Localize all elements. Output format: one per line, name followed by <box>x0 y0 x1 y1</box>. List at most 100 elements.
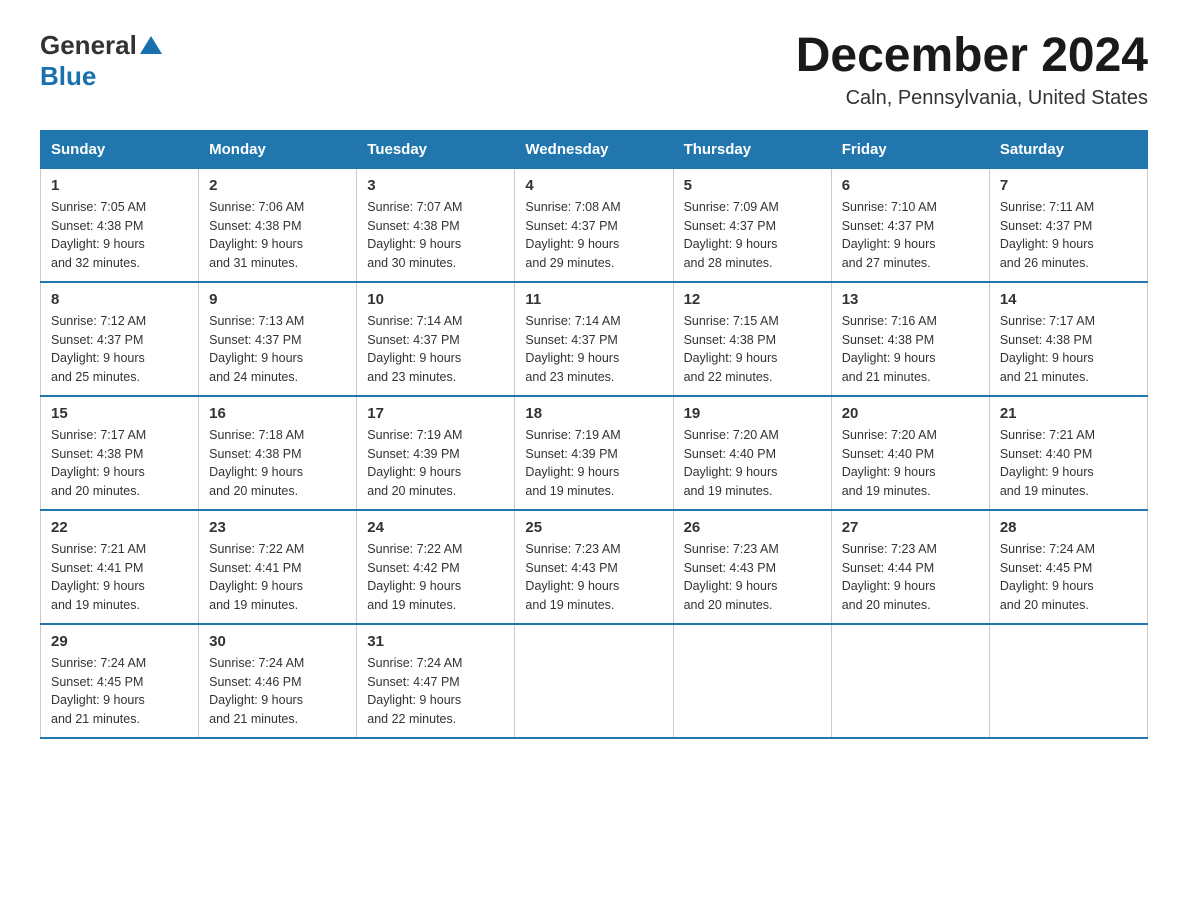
table-row: 14 Sunrise: 7:17 AM Sunset: 4:38 PM Dayl… <box>989 282 1147 396</box>
day-number: 31 <box>367 633 504 650</box>
day-info: Sunrise: 7:06 AM Sunset: 4:38 PM Dayligh… <box>209 198 346 273</box>
day-number: 14 <box>1000 291 1137 308</box>
table-row: 31 Sunrise: 7:24 AM Sunset: 4:47 PM Dayl… <box>357 624 515 738</box>
day-info: Sunrise: 7:15 AM Sunset: 4:38 PM Dayligh… <box>684 312 821 387</box>
day-info: Sunrise: 7:19 AM Sunset: 4:39 PM Dayligh… <box>525 426 662 501</box>
day-number: 18 <box>525 405 662 422</box>
day-info: Sunrise: 7:19 AM Sunset: 4:39 PM Dayligh… <box>367 426 504 501</box>
calendar-table: Sunday Monday Tuesday Wednesday Thursday… <box>40 130 1148 739</box>
table-row: 30 Sunrise: 7:24 AM Sunset: 4:46 PM Dayl… <box>199 624 357 738</box>
col-saturday: Saturday <box>989 130 1147 168</box>
page-header: General Blue December 2024 Caln, Pennsyl… <box>40 30 1148 110</box>
day-number: 28 <box>1000 519 1137 536</box>
table-row: 25 Sunrise: 7:23 AM Sunset: 4:43 PM Dayl… <box>515 510 673 624</box>
table-row: 28 Sunrise: 7:24 AM Sunset: 4:45 PM Dayl… <box>989 510 1147 624</box>
logo-general: General <box>40 30 137 61</box>
table-row: 19 Sunrise: 7:20 AM Sunset: 4:40 PM Dayl… <box>673 396 831 510</box>
logo-blue: Blue <box>40 61 96 91</box>
day-info: Sunrise: 7:22 AM Sunset: 4:41 PM Dayligh… <box>209 540 346 615</box>
day-number: 26 <box>684 519 821 536</box>
day-info: Sunrise: 7:17 AM Sunset: 4:38 PM Dayligh… <box>1000 312 1137 387</box>
table-row <box>673 624 831 738</box>
calendar-week-row: 1 Sunrise: 7:05 AM Sunset: 4:38 PM Dayli… <box>41 168 1148 282</box>
day-info: Sunrise: 7:20 AM Sunset: 4:40 PM Dayligh… <box>842 426 979 501</box>
table-row: 5 Sunrise: 7:09 AM Sunset: 4:37 PM Dayli… <box>673 168 831 282</box>
day-number: 4 <box>525 177 662 194</box>
calendar-header-row: Sunday Monday Tuesday Wednesday Thursday… <box>41 130 1148 168</box>
col-tuesday: Tuesday <box>357 130 515 168</box>
day-number: 29 <box>51 633 188 650</box>
day-info: Sunrise: 7:18 AM Sunset: 4:38 PM Dayligh… <box>209 426 346 501</box>
day-info: Sunrise: 7:11 AM Sunset: 4:37 PM Dayligh… <box>1000 198 1137 273</box>
day-number: 17 <box>367 405 504 422</box>
logo: General Blue <box>40 30 162 92</box>
day-number: 19 <box>684 405 821 422</box>
table-row: 10 Sunrise: 7:14 AM Sunset: 4:37 PM Dayl… <box>357 282 515 396</box>
col-wednesday: Wednesday <box>515 130 673 168</box>
table-row: 2 Sunrise: 7:06 AM Sunset: 4:38 PM Dayli… <box>199 168 357 282</box>
table-row <box>989 624 1147 738</box>
table-row: 13 Sunrise: 7:16 AM Sunset: 4:38 PM Dayl… <box>831 282 989 396</box>
day-number: 23 <box>209 519 346 536</box>
day-info: Sunrise: 7:10 AM Sunset: 4:37 PM Dayligh… <box>842 198 979 273</box>
calendar-week-row: 29 Sunrise: 7:24 AM Sunset: 4:45 PM Dayl… <box>41 624 1148 738</box>
day-number: 1 <box>51 177 188 194</box>
day-number: 5 <box>684 177 821 194</box>
col-monday: Monday <box>199 130 357 168</box>
day-info: Sunrise: 7:08 AM Sunset: 4:37 PM Dayligh… <box>525 198 662 273</box>
calendar-week-row: 22 Sunrise: 7:21 AM Sunset: 4:41 PM Dayl… <box>41 510 1148 624</box>
day-info: Sunrise: 7:12 AM Sunset: 4:37 PM Dayligh… <box>51 312 188 387</box>
day-number: 3 <box>367 177 504 194</box>
table-row: 27 Sunrise: 7:23 AM Sunset: 4:44 PM Dayl… <box>831 510 989 624</box>
table-row: 29 Sunrise: 7:24 AM Sunset: 4:45 PM Dayl… <box>41 624 199 738</box>
day-number: 16 <box>209 405 346 422</box>
col-thursday: Thursday <box>673 130 831 168</box>
table-row: 1 Sunrise: 7:05 AM Sunset: 4:38 PM Dayli… <box>41 168 199 282</box>
day-number: 7 <box>1000 177 1137 194</box>
day-info: Sunrise: 7:20 AM Sunset: 4:40 PM Dayligh… <box>684 426 821 501</box>
logo-triangle-icon <box>140 36 162 54</box>
day-number: 13 <box>842 291 979 308</box>
page-subtitle: Caln, Pennsylvania, United States <box>796 87 1148 110</box>
table-row: 20 Sunrise: 7:20 AM Sunset: 4:40 PM Dayl… <box>831 396 989 510</box>
page-title: December 2024 <box>796 30 1148 83</box>
day-number: 25 <box>525 519 662 536</box>
title-block: December 2024 Caln, Pennsylvania, United… <box>796 30 1148 110</box>
day-number: 15 <box>51 405 188 422</box>
table-row: 4 Sunrise: 7:08 AM Sunset: 4:37 PM Dayli… <box>515 168 673 282</box>
table-row: 9 Sunrise: 7:13 AM Sunset: 4:37 PM Dayli… <box>199 282 357 396</box>
day-info: Sunrise: 7:05 AM Sunset: 4:38 PM Dayligh… <box>51 198 188 273</box>
day-info: Sunrise: 7:16 AM Sunset: 4:38 PM Dayligh… <box>842 312 979 387</box>
day-info: Sunrise: 7:14 AM Sunset: 4:37 PM Dayligh… <box>367 312 504 387</box>
day-info: Sunrise: 7:24 AM Sunset: 4:45 PM Dayligh… <box>1000 540 1137 615</box>
table-row: 21 Sunrise: 7:21 AM Sunset: 4:40 PM Dayl… <box>989 396 1147 510</box>
day-number: 24 <box>367 519 504 536</box>
table-row: 17 Sunrise: 7:19 AM Sunset: 4:39 PM Dayl… <box>357 396 515 510</box>
table-row: 16 Sunrise: 7:18 AM Sunset: 4:38 PM Dayl… <box>199 396 357 510</box>
table-row: 6 Sunrise: 7:10 AM Sunset: 4:37 PM Dayli… <box>831 168 989 282</box>
day-number: 10 <box>367 291 504 308</box>
col-friday: Friday <box>831 130 989 168</box>
day-number: 21 <box>1000 405 1137 422</box>
table-row: 23 Sunrise: 7:22 AM Sunset: 4:41 PM Dayl… <box>199 510 357 624</box>
day-number: 6 <box>842 177 979 194</box>
day-number: 12 <box>684 291 821 308</box>
table-row: 3 Sunrise: 7:07 AM Sunset: 4:38 PM Dayli… <box>357 168 515 282</box>
day-number: 22 <box>51 519 188 536</box>
day-info: Sunrise: 7:24 AM Sunset: 4:45 PM Dayligh… <box>51 654 188 729</box>
table-row: 26 Sunrise: 7:23 AM Sunset: 4:43 PM Dayl… <box>673 510 831 624</box>
day-number: 20 <box>842 405 979 422</box>
day-number: 2 <box>209 177 346 194</box>
day-number: 8 <box>51 291 188 308</box>
table-row: 18 Sunrise: 7:19 AM Sunset: 4:39 PM Dayl… <box>515 396 673 510</box>
day-info: Sunrise: 7:24 AM Sunset: 4:46 PM Dayligh… <box>209 654 346 729</box>
table-row: 11 Sunrise: 7:14 AM Sunset: 4:37 PM Dayl… <box>515 282 673 396</box>
day-number: 27 <box>842 519 979 536</box>
day-info: Sunrise: 7:14 AM Sunset: 4:37 PM Dayligh… <box>525 312 662 387</box>
table-row <box>831 624 989 738</box>
day-number: 11 <box>525 291 662 308</box>
day-number: 9 <box>209 291 346 308</box>
table-row: 8 Sunrise: 7:12 AM Sunset: 4:37 PM Dayli… <box>41 282 199 396</box>
day-info: Sunrise: 7:22 AM Sunset: 4:42 PM Dayligh… <box>367 540 504 615</box>
day-info: Sunrise: 7:23 AM Sunset: 4:43 PM Dayligh… <box>684 540 821 615</box>
